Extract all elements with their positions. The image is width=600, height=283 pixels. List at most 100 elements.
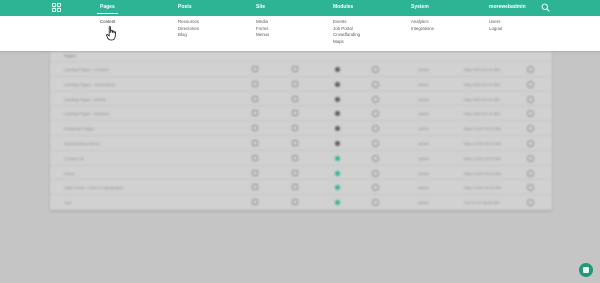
row-menu-circle [527,184,534,192]
menu-link-crowdfunding[interactable]: Crowdfunding [333,32,360,37]
row-checkbox [292,154,298,161]
menu-link-users[interactable]: Users [489,19,502,24]
nav-pages[interactable]: Pages [97,4,118,14]
nav-system[interactable]: System [411,4,429,10]
menu-link-logout[interactable]: Logout [489,26,502,31]
row-checkbox [292,199,298,206]
row-author: admin [418,126,429,132]
status-toggle [335,200,340,206]
row-action-circle [372,184,379,192]
menu-link-integrations[interactable]: Integrations [411,26,434,31]
menu-link-forms[interactable]: Forms [256,26,269,31]
row-date: May 2023 01:10 AM [464,96,500,102]
menu-link-job-portal[interactable]: Job Portal [333,26,360,31]
nav-posts[interactable]: Posts [178,4,192,10]
menu-link-blog[interactable]: Blog [178,32,199,37]
table-header: Pages [50,51,552,61]
row-date: May 13:05 10:10 AM [464,141,501,146]
chat-icon [583,267,589,273]
row-author: admin [418,200,429,206]
row-author: admin [418,96,429,102]
menu-link-media[interactable]: Media [256,19,269,24]
table-row: Landing Pages - Mobile admin May 2023 01:1… [50,90,552,106]
menu-column-system: Analytics Integrations [411,19,434,31]
row-action-circle [372,199,379,207]
menu-link-menus[interactable]: Menus [256,32,269,37]
menu-link-directories[interactable]: Directories [178,26,199,31]
status-toggle [335,111,340,117]
search-icon[interactable] [541,3,550,12]
row-action-circle [372,154,379,162]
row-checkbox [252,125,258,132]
status-toggle [335,67,340,72]
status-toggle [335,96,340,102]
row-action-circle [372,169,379,177]
pages-table: Pages Landing Pages - Content admin May 20… [50,51,552,210]
menu-column-modules: Events Job Portal Crowdfunding Maps [333,19,360,44]
row-checkbox [252,169,258,176]
row-author: admin [418,81,429,87]
status-toggle [335,155,340,161]
row-checkbox [292,80,298,87]
row-checkbox [292,66,298,72]
row-checkbox [292,140,298,146]
row-menu-circle [527,199,534,207]
menu-link-maps[interactable]: Maps [333,39,360,44]
row-title: Style Guide - Color & Typography [64,185,124,191]
nav-modules[interactable]: Modules [333,4,353,10]
row-menu-circle [527,169,534,177]
table-row: Test admin Oct 10:10 08:20 AM [50,194,552,209]
row-title: Landing Pages - Mobile [64,96,107,102]
row-checkbox [252,80,258,87]
row-action-circle [372,140,379,147]
menu-link-events[interactable]: Events [333,19,360,24]
table-row: Landing Pages - Content admin May 2023 01:… [50,61,552,76]
menu-column-site: Media Forms Menus [256,19,269,37]
row-action-circle [372,110,379,118]
status-toggle [335,81,340,87]
row-menu-circle [527,154,534,162]
table-row: Response Pages admin May 13:05 10:10 AM [50,120,552,135]
chat-button[interactable] [579,263,593,277]
menu-link-content[interactable]: Content [100,19,115,24]
table-row: Home admin May 13:05 10:10 AM [50,164,552,180]
row-checkbox [292,110,298,117]
status-toggle [335,126,340,132]
row-action-circle [372,80,379,88]
row-date: May 2023 01:10 AM [464,67,500,72]
grid-icon[interactable] [52,3,61,12]
hand-cursor-icon [106,26,116,41]
row-menu-circle [527,125,534,133]
row-date: May 2023 01:10 AM [464,111,500,117]
nav-site[interactable]: Site [256,4,265,10]
row-date: May 13:05 10:10 AM [464,155,501,161]
row-checkbox [252,95,258,102]
table-row: Style Guide - Color & Typography admin May… [50,179,552,194]
table-row: Landing Pages - Subscribers admin May 2023… [50,75,552,91]
row-checkbox [292,95,298,102]
row-title: Landing Pages - Subscribers [64,81,116,87]
status-toggle [335,170,340,176]
row-checkbox [292,184,298,191]
row-action-circle [372,125,379,133]
row-date: May 13:05 10:10 AM [464,170,501,176]
row-title: Landing Pages - Content [64,67,109,72]
row-checkbox [252,154,258,161]
menu-link-resources[interactable]: Resources [178,19,199,24]
row-checkbox [252,184,258,191]
row-date: May 13:05 10:10 AM [464,185,501,191]
menu-column-pages: Content [100,19,115,24]
row-menu-circle [527,80,534,88]
top-navigation: Pages Posts Site Modules System moreweba… [0,0,600,16]
menu-link-analytics[interactable]: Analytics [411,19,434,24]
nav-account[interactable]: morewebadmin [489,4,526,10]
row-title: Test [64,200,72,206]
table-row: Contact Us admin May 13:05 10:10 AM [50,149,552,165]
status-toggle [335,141,340,146]
row-author: admin [418,155,429,161]
row-checkbox [292,169,298,176]
row-title: Home [64,170,75,176]
row-checkbox [252,110,258,117]
menu-column-posts: Resources Directories Blog [178,19,199,37]
row-title: Subscriptions Demo [64,141,100,146]
